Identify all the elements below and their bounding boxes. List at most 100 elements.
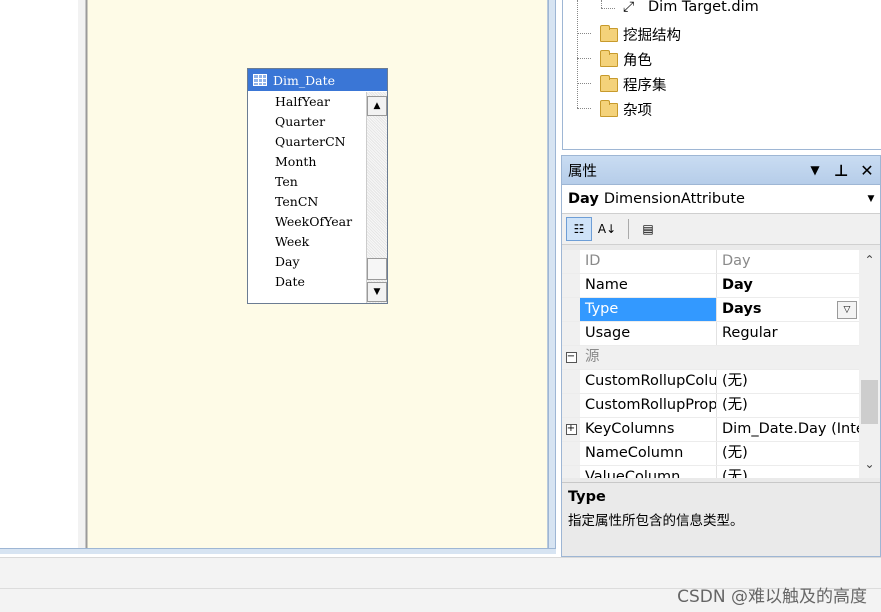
tree-item-label: 角色 bbox=[623, 53, 652, 69]
object-type: DimensionAttribute bbox=[603, 191, 745, 207]
categorized-icon[interactable]: ☷ bbox=[566, 217, 592, 241]
expand-icon[interactable]: + bbox=[562, 418, 580, 441]
table-columns: HalfYear Quarter QuarterCN Month Ten Ten… bbox=[248, 92, 366, 303]
dimension-icon: ⤢ bbox=[623, 0, 635, 15]
column-item[interactable]: Month bbox=[248, 152, 366, 172]
folder-icon bbox=[600, 74, 618, 92]
property-value[interactable]: Days ▽ bbox=[717, 298, 859, 321]
property-grid-scrollbar[interactable]: ⌃ ⌄ bbox=[859, 250, 880, 478]
table-icon bbox=[253, 74, 267, 86]
category-name: 源 bbox=[580, 346, 717, 369]
column-item[interactable]: Date bbox=[248, 272, 366, 292]
scroll-down-icon[interactable]: ▼ bbox=[367, 282, 387, 302]
property-pages-icon[interactable]: ▤ bbox=[635, 217, 661, 241]
property-name: ID bbox=[580, 250, 717, 273]
property-name: NameColumn bbox=[580, 442, 717, 465]
description-text: 指定属性所包含的信息类型。 bbox=[568, 513, 744, 529]
property-row-id[interactable]: ID Day bbox=[562, 250, 859, 274]
properties-titlebar[interactable]: 属性 ▼ ⊥ ✕ bbox=[562, 156, 880, 185]
table-header[interactable]: Dim_Date bbox=[248, 69, 387, 91]
tree-item-dim-target[interactable]: ⤢ Dim Target.dim bbox=[623, 0, 759, 15]
left-pane bbox=[0, 0, 78, 548]
column-item[interactable]: Ten bbox=[248, 172, 366, 192]
tree-line bbox=[577, 33, 591, 34]
column-item[interactable]: Day bbox=[248, 252, 366, 272]
dropdown-arrow-icon[interactable]: ▼ bbox=[802, 163, 828, 177]
tree-line bbox=[577, 58, 591, 59]
scroll-up-icon[interactable]: ▲ bbox=[367, 96, 387, 116]
property-grid: ID Day Name Day Type Days ▽ Usage Regula… bbox=[562, 250, 859, 478]
property-name: Name bbox=[580, 274, 717, 297]
properties-toolbar: ☷ A↓ ▤ bbox=[562, 214, 880, 245]
property-value[interactable]: Regular bbox=[717, 322, 859, 345]
tree-item-label: 杂项 bbox=[623, 103, 652, 119]
tree-line bbox=[577, 108, 591, 109]
property-row-usage[interactable]: Usage Regular bbox=[562, 322, 859, 346]
property-row-name[interactable]: Name Day bbox=[562, 274, 859, 298]
scroll-thumb[interactable] bbox=[367, 258, 387, 280]
property-row-custom-rollup-column[interactable]: CustomRollupColu (无) bbox=[562, 370, 859, 394]
folder-icon bbox=[600, 99, 618, 117]
collapse-icon[interactable]: − bbox=[562, 346, 580, 369]
property-value[interactable]: (无) bbox=[717, 466, 859, 478]
scroll-up-icon[interactable]: ⌃ bbox=[859, 250, 880, 270]
dim-date-table[interactable]: Dim_Date HalfYear Quarter QuarterCN Mont… bbox=[247, 68, 388, 304]
property-row-key-columns[interactable]: + KeyColumns Dim_Date.Day (Inte bbox=[562, 418, 859, 442]
tree-item-label: Dim Target.dim bbox=[648, 0, 759, 15]
property-value[interactable]: (无) bbox=[717, 370, 859, 393]
tree-line bbox=[601, 0, 602, 8]
property-name: ValueColumn bbox=[580, 466, 717, 478]
property-description: Type 指定属性所包含的信息类型。 bbox=[562, 482, 880, 556]
tree-item-assemblies[interactable]: 程序集 bbox=[600, 74, 667, 95]
left-splitter[interactable] bbox=[78, 0, 88, 548]
property-value[interactable]: Day bbox=[717, 274, 859, 297]
description-title: Type bbox=[568, 489, 606, 505]
designer-right-border bbox=[548, 0, 556, 554]
ssdt-window: Dim_Date HalfYear Quarter QuarterCN Mont… bbox=[0, 0, 881, 612]
folder-icon bbox=[600, 49, 618, 67]
scroll-down-icon[interactable]: ⌄ bbox=[859, 454, 880, 474]
toolbar-separator bbox=[628, 219, 629, 239]
property-row-name-column[interactable]: NameColumn (无) bbox=[562, 442, 859, 466]
column-item[interactable]: TenCN bbox=[248, 192, 366, 212]
designer-bottom-border bbox=[0, 548, 556, 554]
properties-title: 属性 bbox=[568, 163, 597, 180]
property-name: KeyColumns bbox=[580, 418, 717, 441]
tree-item-roles[interactable]: 角色 bbox=[600, 49, 652, 70]
column-item[interactable]: Quarter bbox=[248, 112, 366, 132]
alphabetical-sort-icon[interactable]: A↓ bbox=[594, 217, 620, 241]
tree-item-mining-structures[interactable]: 挖掘结构 bbox=[600, 24, 681, 45]
column-item[interactable]: HalfYear bbox=[248, 92, 366, 112]
chevron-down-icon[interactable]: ▽ bbox=[837, 301, 857, 319]
tree-item-label: 挖掘结构 bbox=[623, 28, 681, 44]
property-name: CustomRollupProp bbox=[580, 394, 717, 417]
property-value[interactable]: (无) bbox=[717, 394, 859, 417]
chevron-down-icon[interactable]: ▼ bbox=[862, 194, 880, 204]
property-row-type[interactable]: Type Days ▽ bbox=[562, 298, 859, 322]
property-category-source[interactable]: − 源 bbox=[562, 346, 859, 370]
column-item[interactable]: WeekOfYear bbox=[248, 212, 366, 232]
tree-item-misc[interactable]: 杂项 bbox=[600, 99, 652, 120]
property-value: Day bbox=[722, 253, 751, 269]
property-name: Type bbox=[580, 298, 717, 321]
table-scrollbar[interactable]: ▲ ▼ bbox=[366, 92, 387, 303]
pin-icon[interactable]: ⊥ bbox=[828, 161, 854, 180]
property-row-value-column[interactable]: ValueColumn (无) bbox=[562, 466, 859, 478]
property-row-custom-rollup-properties[interactable]: CustomRollupProp (无) bbox=[562, 394, 859, 418]
solution-explorer: ⤢ Dim Target.dim 挖掘结构 角色 程序集 杂项 bbox=[562, 0, 881, 150]
table-name: Dim_Date bbox=[273, 72, 336, 88]
watermark: CSDN @难以触及的高度 bbox=[677, 587, 867, 607]
tree-line bbox=[577, 0, 578, 108]
column-item[interactable]: Week bbox=[248, 232, 366, 252]
folder-icon bbox=[600, 24, 618, 42]
tree-line bbox=[601, 8, 615, 9]
object-selector[interactable]: Day DimensionAttribute ▼ bbox=[562, 185, 880, 214]
close-icon[interactable]: ✕ bbox=[854, 161, 880, 180]
property-name: Usage bbox=[580, 322, 717, 345]
property-name: CustomRollupColu bbox=[580, 370, 717, 393]
scroll-thumb[interactable] bbox=[861, 380, 878, 424]
property-value[interactable]: Dim_Date.Day (Inte bbox=[717, 418, 859, 441]
property-value[interactable]: (无) bbox=[717, 442, 859, 465]
object-name: Day bbox=[568, 191, 599, 207]
column-item[interactable]: QuarterCN bbox=[248, 132, 366, 152]
